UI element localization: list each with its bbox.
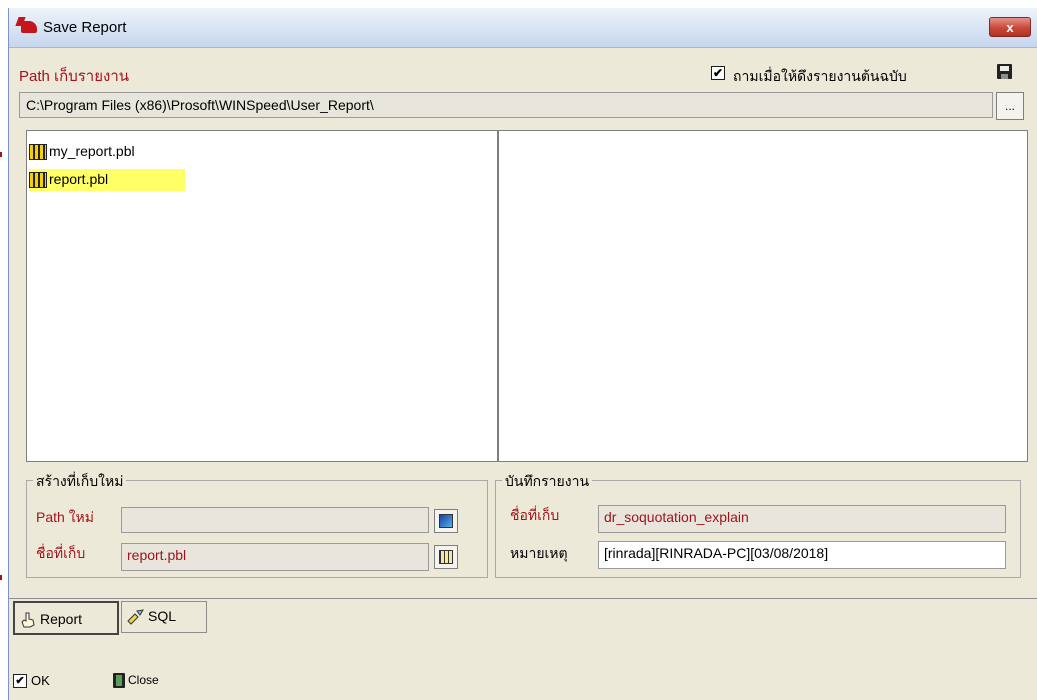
- library-name-label: ชื่อที่เก็บ: [36, 545, 86, 561]
- app-logo-icon: [21, 21, 37, 33]
- tab-strip-divider: [9, 598, 1037, 599]
- close-window-button[interactable]: x: [989, 17, 1031, 37]
- ok-button[interactable]: ✔ OK: [13, 672, 77, 694]
- library-file-list[interactable]: my_report.pbl report.pbl: [26, 130, 498, 462]
- tab-sql[interactable]: SQL: [121, 601, 207, 633]
- file-name: my_report.pbl: [49, 143, 135, 159]
- report-name-field[interactable]: dr_soquotation_explain: [598, 505, 1006, 533]
- library-name-field[interactable]: report.pbl: [121, 543, 429, 571]
- library-grid-icon: [439, 550, 453, 564]
- save-report-group: บันทึกรายงาน ชื่อที่เก็บ dr_soquotation_…: [495, 471, 1021, 578]
- close-button[interactable]: Close: [113, 672, 193, 694]
- browse-new-path-button[interactable]: [434, 509, 458, 533]
- picture-browse-icon: [439, 514, 453, 528]
- report-list-panel[interactable]: [498, 130, 1028, 462]
- save-path-button[interactable]: [994, 61, 1016, 83]
- file-name: report.pbl: [49, 171, 109, 187]
- window-title: Save Report: [43, 19, 127, 36]
- list-item-selected[interactable]: report.pbl: [29, 169, 185, 191]
- list-item[interactable]: my_report.pbl: [29, 141, 185, 163]
- save-report-group-title: บันทึกรายงาน: [502, 471, 593, 493]
- path-label: Path เก็บรายงาน: [19, 68, 130, 85]
- window-edge-mark: [0, 575, 2, 580]
- create-library-button[interactable]: [434, 545, 458, 569]
- brush-icon: [127, 609, 144, 625]
- window-edge-mark: [0, 152, 2, 157]
- new-library-group: สร้างที่เก็บใหม่ Path ใหม่ ชื่อที่เก็บ r…: [26, 471, 488, 578]
- library-icon: [29, 144, 47, 160]
- hand-pointer-icon: [21, 612, 35, 628]
- ok-label: OK: [31, 673, 50, 688]
- save-report-dialog: Save Report x Path เก็บรายงาน ✔ ถามเมื่อ…: [8, 8, 1037, 700]
- report-name-label: ชื่อที่เก็บ: [510, 507, 560, 523]
- ok-check-icon: ✔: [13, 674, 27, 688]
- note-field[interactable]: [rinrada][RINRADA-PC][03/08/2018]: [598, 541, 1006, 569]
- browse-path-button[interactable]: ...: [996, 92, 1024, 120]
- ask-original-checkbox[interactable]: ✔: [711, 66, 725, 80]
- note-label: หมายเหตุ: [510, 545, 568, 561]
- close-label: Close: [128, 673, 159, 687]
- tab-sql-label: SQL: [148, 608, 177, 624]
- new-library-group-title: สร้างที่เก็บใหม่: [33, 471, 127, 493]
- ask-original-checkbox-label: ถามเมื่อให้ดึงรายงานต้นฉบับ: [733, 68, 907, 84]
- report-path-field[interactable]: C:\Program Files (x86)\Prosoft\WINSpeed\…: [19, 92, 993, 118]
- new-path-label: Path ใหม่: [36, 509, 94, 525]
- tab-report[interactable]: Report: [13, 601, 119, 635]
- tab-report-label: Report: [40, 611, 83, 627]
- title-bar[interactable]: Save Report x: [9, 8, 1037, 48]
- floppy-disk-icon: [997, 64, 1012, 79]
- exit-door-icon: [113, 673, 125, 688]
- new-path-field[interactable]: [121, 507, 429, 533]
- library-icon: [29, 172, 47, 188]
